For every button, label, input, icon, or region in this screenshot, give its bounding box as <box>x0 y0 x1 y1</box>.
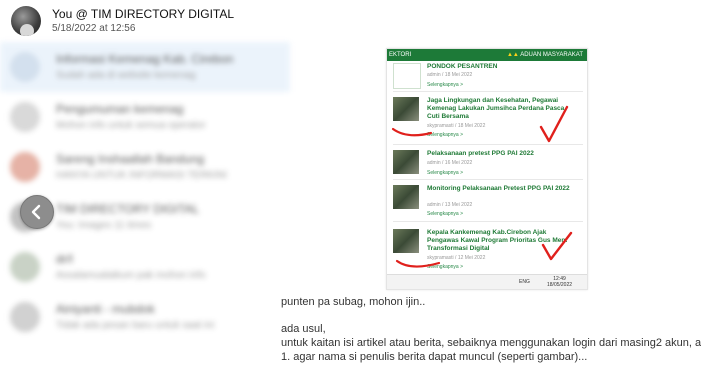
chat-preview: HANYA UNTUK INFORMASI TERKINI <box>56 170 227 181</box>
previous-image-button[interactable] <box>20 195 54 229</box>
chat-name: dr/l <box>56 252 73 266</box>
chat-preview: Tidak ada pesan baru untuk saat ini <box>56 320 215 331</box>
chat-name: Sareng Inshaallah Bandung <box>56 152 205 166</box>
message-line: 1. agar nama si penulis berita dapat mun… <box>281 351 588 363</box>
chat-header: You @ TIM DIRECTORY DIGITAL 5/18/2022 at… <box>0 0 701 42</box>
avatar <box>10 152 40 182</box>
message-timestamp: 5/18/2022 at 12:56 <box>52 23 136 34</box>
chat-name: Ainiyanti - mubdok <box>56 302 155 316</box>
message-line: untuk kaitan isi artikel atau berita, se… <box>281 337 701 349</box>
avatar[interactable] <box>11 6 41 36</box>
chat-preview: You: Images 11 times <box>56 220 152 231</box>
avatar <box>10 252 40 282</box>
avatar <box>10 302 40 332</box>
chat-title: You @ TIM DIRECTORY DIGITAL <box>52 7 235 21</box>
chat-list-item[interactable]: Informasi Kemenag Kab. Cirebon Sudah ada… <box>0 42 290 92</box>
chat-list-item[interactable]: Sareng Inshaallah Bandung HANYA UNTUK IN… <box>0 142 290 192</box>
avatar <box>10 102 40 132</box>
underline-mark <box>391 127 433 137</box>
attached-screenshot[interactable]: EKTORI ▲▲ ADUAN MASYARAKAT PONDOK PESANT… <box>386 48 588 290</box>
red-annotation-marks <box>391 105 573 268</box>
message-line: punten pa subag, mohon ijin.. <box>281 296 426 308</box>
chevron-left-icon <box>31 204 41 220</box>
chat-name: TIM DIRECTORY DIGITAL <box>56 202 200 216</box>
underline-mark <box>395 259 441 268</box>
message-line: ada usul, <box>281 323 326 335</box>
chat-name: Pengumuman kemenag <box>56 102 184 116</box>
chat-name: Informasi Kemenag Kab. Cirebon <box>56 52 234 66</box>
chat-preview: Sudah ada di website kemenag <box>56 70 196 81</box>
avatar <box>10 52 40 82</box>
checkmark-icon <box>541 231 573 261</box>
checkmark-icon <box>539 105 569 143</box>
chat-preview: Assalamualaikum pak mohon info <box>56 270 206 281</box>
chat-list-item[interactable]: dr/l Assalamualaikum pak mohon info <box>0 242 290 292</box>
chat-list-item[interactable]: Pengumuman kemenag Mohon info untuk semu… <box>0 92 290 142</box>
chat-list-item[interactable]: Ainiyanti - mubdok Tidak ada pesan baru … <box>0 292 290 342</box>
chat-preview: Mohon info untuk semua operator <box>56 120 206 131</box>
